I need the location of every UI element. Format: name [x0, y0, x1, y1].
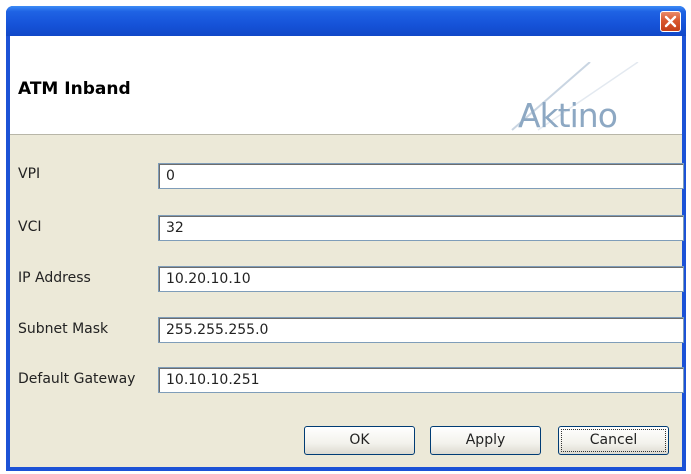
vpi-input[interactable]: 0: [158, 163, 684, 189]
ip-address-label: IP Address: [18, 270, 91, 286]
subnet-mask-label: Subnet Mask: [18, 321, 109, 337]
subnet-mask-input[interactable]: 255.255.255.0: [158, 317, 684, 343]
vci-label: VCI: [18, 219, 42, 235]
close-x-icon: [664, 15, 677, 28]
page-title: ATM Inband: [18, 79, 131, 99]
dialog-window: ATM Inband Aktino VPI 0 VCI 32 IP Addres…: [6, 6, 686, 471]
vci-input[interactable]: 32: [158, 215, 684, 241]
cancel-button-label: Cancel: [561, 429, 666, 452]
dialog-header: ATM Inband Aktino: [10, 36, 682, 135]
ip-address-input[interactable]: 10.20.10.10: [158, 266, 684, 292]
ok-button[interactable]: OK: [304, 426, 415, 455]
default-gateway-label: Default Gateway: [18, 371, 136, 387]
cancel-button[interactable]: Cancel: [558, 426, 669, 455]
apply-button[interactable]: Apply: [430, 426, 541, 455]
dialog-body: ATM Inband Aktino VPI 0 VCI 32 IP Addres…: [10, 36, 684, 467]
aktino-logo: Aktino: [498, 62, 678, 135]
logo-text: Aktino: [518, 96, 618, 135]
vpi-label: VPI: [18, 166, 41, 182]
title-bar[interactable]: [6, 6, 686, 36]
default-gateway-input[interactable]: 10.10.10.251: [158, 367, 684, 393]
close-button[interactable]: [660, 11, 681, 32]
